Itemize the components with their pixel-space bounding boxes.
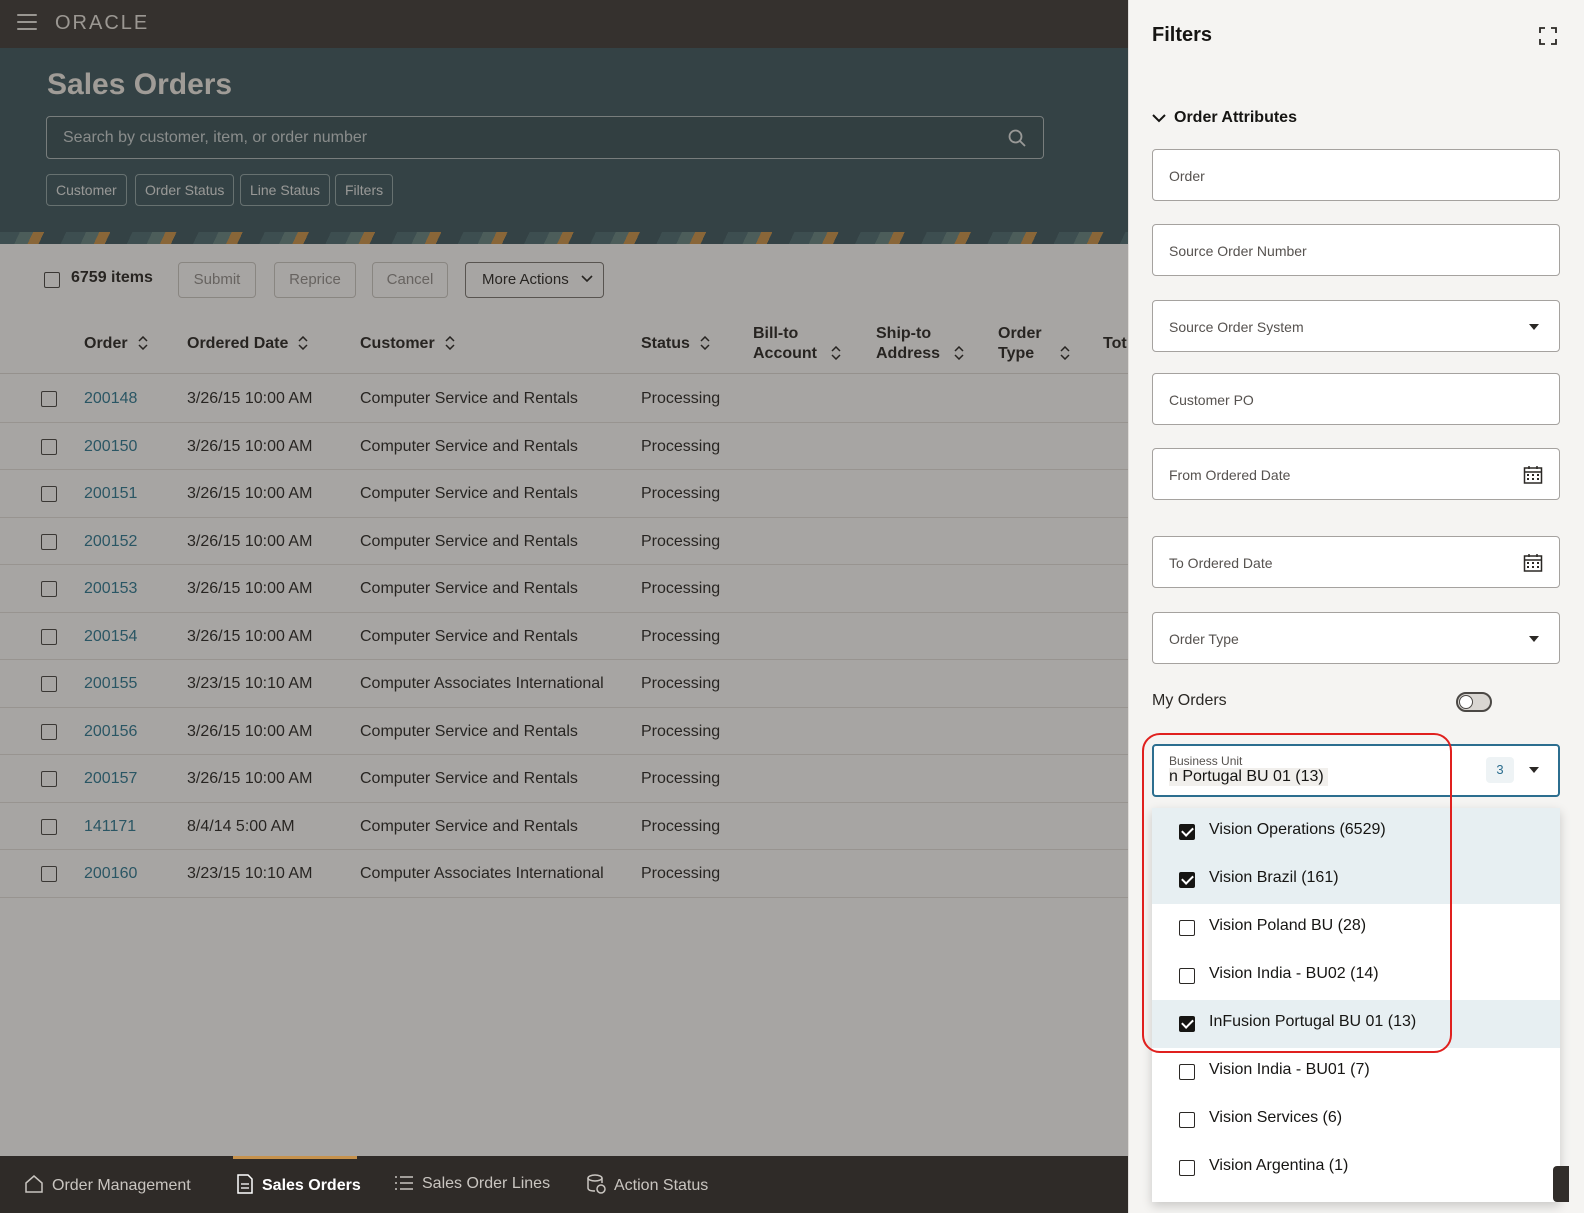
- option-checkbox[interactable]: [1179, 920, 1195, 936]
- option-label: InFusion Portugal BU 01 (13): [1209, 1013, 1417, 1030]
- option-checkbox[interactable]: [1179, 1160, 1195, 1176]
- business-unit-dropdown: Vision Operations (6529) Vision Brazil (1…: [1152, 808, 1560, 1202]
- option-checkbox[interactable]: [1179, 1064, 1195, 1080]
- my-orders-toggle[interactable]: [1456, 692, 1492, 712]
- business-unit-label: Business Unit: [1169, 754, 1243, 768]
- business-unit-option[interactable]: Vision India - BU01 (7): [1152, 1048, 1560, 1096]
- option-checkbox[interactable]: [1179, 1016, 1195, 1032]
- expand-icon[interactable]: [1539, 27, 1557, 45]
- database-status-icon: [587, 1174, 606, 1194]
- caret-down-icon[interactable]: [1529, 767, 1539, 773]
- to-ordered-date-field[interactable]: To Ordered Date: [1152, 536, 1560, 588]
- business-unit-select[interactable]: Business Unit n Portugal BU 01 (13) 3: [1152, 744, 1560, 797]
- business-unit-option[interactable]: InFusion Portugal BU 01 (13): [1152, 1000, 1560, 1048]
- calendar-icon[interactable]: [1523, 465, 1543, 485]
- from-ordered-date-field[interactable]: From Ordered Date: [1152, 448, 1560, 500]
- business-unit-option[interactable]: Vision Brazil (161): [1152, 856, 1560, 904]
- modal-overlay[interactable]: [0, 0, 1128, 1213]
- apply-button[interactable]: [1553, 1166, 1569, 1202]
- option-label: Vision Operations (6529): [1209, 821, 1386, 838]
- business-unit-option[interactable]: Vision Argentina (1): [1152, 1144, 1560, 1192]
- option-checkbox[interactable]: [1179, 1112, 1195, 1128]
- section-order-attributes[interactable]: Order Attributes: [1152, 109, 1297, 127]
- option-label: Vision Brazil (161): [1209, 869, 1339, 886]
- order-field[interactable]: Order: [1152, 149, 1560, 201]
- nav-sales-orders[interactable]: Sales Orders: [236, 1174, 361, 1195]
- order-type-select[interactable]: Order Type: [1152, 612, 1560, 664]
- business-unit-value: n Portugal BU 01 (13): [1169, 768, 1328, 786]
- business-unit-option[interactable]: Vision Poland BU (28): [1152, 904, 1560, 952]
- my-orders-label: My Orders: [1152, 692, 1227, 709]
- option-checkbox[interactable]: [1179, 968, 1195, 984]
- active-tab-indicator: [233, 1156, 357, 1159]
- main-area: ORACLE Sales Orders Customer Order Statu…: [0, 0, 1128, 1213]
- option-label: Vision Services (6): [1209, 1109, 1343, 1126]
- option-label: Vision India - BU01 (7): [1209, 1061, 1370, 1078]
- option-label: Vision Poland BU (28): [1209, 917, 1367, 934]
- calendar-icon[interactable]: [1523, 553, 1543, 573]
- chevron-down-icon: [1152, 114, 1166, 123]
- nav-sales-order-lines[interactable]: Sales Order Lines: [394, 1174, 550, 1193]
- caret-down-icon: [1529, 324, 1539, 330]
- filters-title: Filters: [1152, 24, 1213, 46]
- business-unit-option[interactable]: Vision Services (6): [1152, 1096, 1560, 1144]
- option-label: Vision Argentina (1): [1209, 1157, 1349, 1174]
- list-icon: [395, 1176, 413, 1190]
- selected-count-badge: 3: [1486, 757, 1514, 783]
- option-checkbox[interactable]: [1179, 824, 1195, 840]
- nav-action-status[interactable]: Action Status: [586, 1174, 708, 1195]
- business-unit-option[interactable]: Vision India - BU02 (14): [1152, 952, 1560, 1000]
- nav-order-management[interactable]: Order Management: [24, 1174, 191, 1195]
- option-label: Vision India - BU02 (14): [1209, 965, 1379, 982]
- source-order-number-field[interactable]: Source Order Number: [1152, 224, 1560, 276]
- document-icon: [237, 1174, 253, 1194]
- customer-po-field[interactable]: Customer PO: [1152, 373, 1560, 425]
- source-order-system-select[interactable]: Source Order System: [1152, 300, 1560, 352]
- home-icon: [25, 1175, 43, 1193]
- business-unit-option[interactable]: Vision Operations (6529): [1152, 808, 1560, 856]
- caret-down-icon: [1529, 636, 1539, 642]
- option-checkbox[interactable]: [1179, 872, 1195, 888]
- filters-panel: Filters Order Attributes Order Source Or…: [1128, 0, 1584, 1213]
- bottom-navigation: Order Management Sales Orders Sales Orde…: [0, 1156, 1128, 1213]
